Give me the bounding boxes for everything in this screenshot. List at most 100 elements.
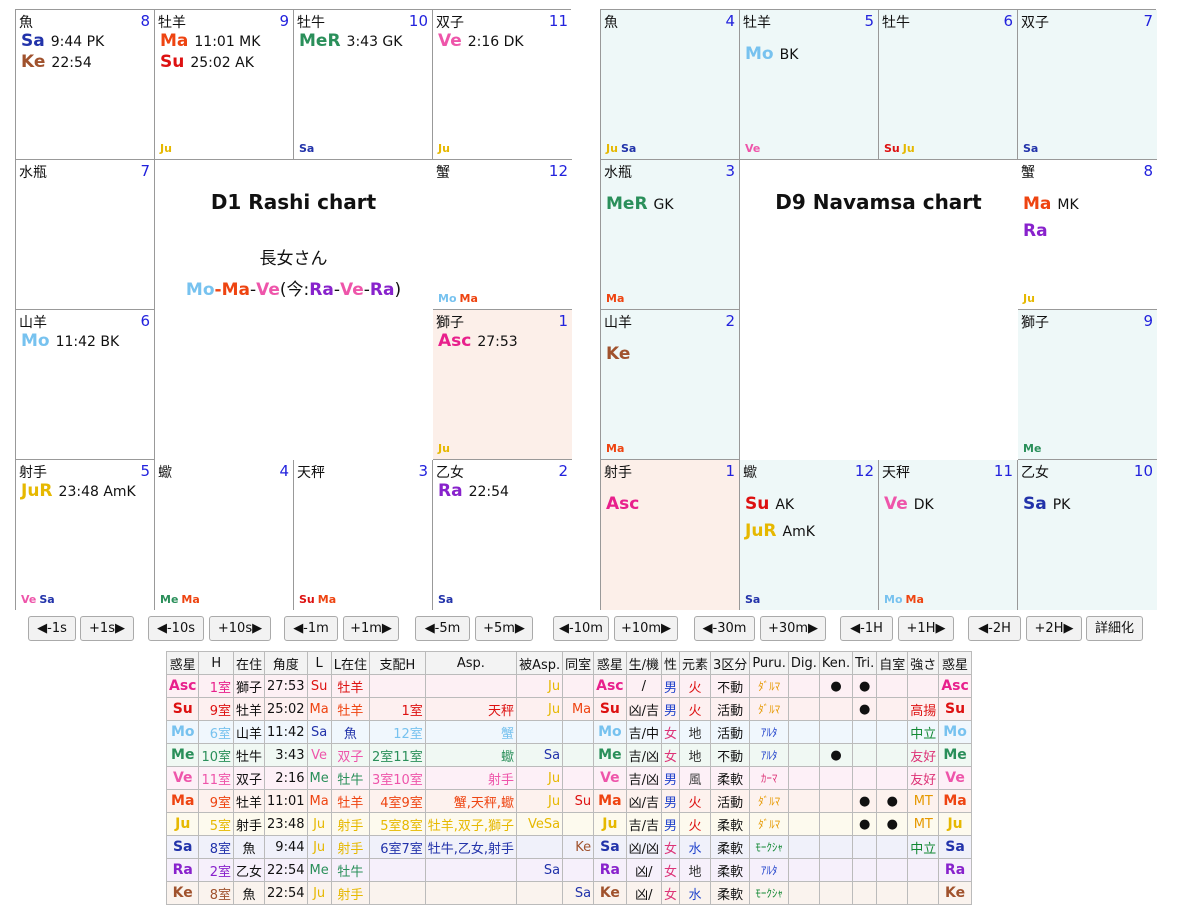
table-cell: Ma — [593, 789, 627, 813]
table-cell — [818, 697, 854, 721]
table-cell — [368, 881, 426, 905]
table-cell — [876, 835, 909, 859]
house-number: 1 — [725, 462, 735, 480]
planet-degree: 22:54 — [51, 55, 92, 71]
aspect-footer: Ju — [438, 442, 453, 455]
time-step-button[interactable]: ◀-5m — [415, 616, 470, 641]
aspect-footer: Me — [1023, 442, 1044, 455]
house-number: 2 — [558, 462, 568, 480]
aspect-footer: Mo Ma — [438, 292, 481, 305]
table-cell: 山羊 — [233, 720, 266, 744]
sign-name: 牡羊 — [743, 15, 771, 31]
column-header: 被Asp. — [516, 651, 564, 675]
planet-entry: Mo 11:42 BK — [21, 331, 119, 352]
time-step-button[interactable]: ◀-10m — [553, 616, 609, 641]
sign-name: 水瓶 — [604, 165, 632, 181]
sign-name: 乙女 — [436, 465, 464, 481]
table-cell: Ma — [306, 789, 332, 813]
table-cell: 水 — [679, 881, 712, 905]
planet-list: Ve DK — [884, 491, 934, 518]
table-row: Ju 5室 射手 23:48 Ju 射手 5室8室 牡羊,双子,獅子 VeSa Ju 吉/吉男火柔軟… — [165, 812, 972, 836]
house-number: 9 — [1143, 312, 1153, 330]
table-cell: 凶/吉 — [625, 697, 663, 721]
time-step-button[interactable]: ◀-1H — [840, 616, 893, 641]
table-cell: 牡羊 — [233, 697, 266, 721]
time-step-button[interactable]: +1m▶ — [343, 616, 399, 641]
planet-entry: Su AK — [745, 491, 815, 518]
time-step-button[interactable]: ◀-1s — [28, 616, 76, 641]
table-cell: Me — [938, 743, 972, 767]
time-step-button[interactable]: ◀-2H — [968, 616, 1021, 641]
aspect-planet: Ma — [459, 292, 478, 305]
time-step-button[interactable]: ◀-1m — [284, 616, 338, 641]
planet-list: Su AK JuR AmK — [745, 491, 815, 545]
table-cell: 22:54 — [264, 881, 308, 905]
table-cell: Ra — [593, 858, 627, 882]
planet-list: Ke — [606, 341, 636, 368]
d9-chart-title: D9 Navamsa chart — [775, 190, 982, 214]
table-cell: 凶/凶 — [625, 835, 663, 859]
time-step-button[interactable]: +30m▶ — [760, 616, 826, 641]
d9-house-cell: 蠍 12 Su AK JuR AmK Sa — [740, 460, 879, 610]
column-header: 強さ — [907, 651, 940, 675]
sign-name: 牡牛 — [882, 15, 910, 31]
table-cell: Ju — [306, 812, 332, 836]
table-cell — [852, 720, 878, 744]
table-cell — [424, 858, 518, 882]
time-step-button[interactable]: +5m▶ — [475, 616, 533, 641]
time-step-button[interactable]: +2H▶ — [1026, 616, 1082, 641]
dasha-part: (今: — [279, 280, 310, 300]
dasha-part: ) — [394, 280, 402, 300]
time-step-button[interactable]: +1H▶ — [898, 616, 954, 641]
table-cell: ﾀﾞﾙﾏ — [749, 697, 789, 721]
d9-center-panel: D9 Navamsa chart — [740, 160, 1017, 460]
table-cell: 吉/凶 — [625, 743, 663, 767]
d9-house-cell: 山羊 2 Ke Ma — [601, 310, 740, 460]
column-header: 在住 — [233, 651, 266, 675]
planet-list: MeR 3:43 GK — [299, 31, 402, 52]
table-cell: MT — [907, 789, 940, 813]
table-cell: 22:54 — [264, 858, 308, 882]
table-cell — [562, 720, 595, 744]
table-cell: 乙女 — [233, 858, 266, 882]
table-row: Su 9室 牡羊 25:02 Ma 牡羊 1室 天秤 Ju Ma Su 凶/吉男火活動 ﾀﾞﾙﾏ ● 高揚 S… — [165, 697, 972, 721]
table-cell: 獅子 — [233, 674, 266, 698]
table-cell: 23:48 — [264, 812, 308, 836]
time-step-button[interactable]: 詳細化 — [1086, 616, 1143, 641]
dasha-part: Ra — [309, 280, 334, 300]
time-step-button[interactable]: ◀-30m — [694, 616, 755, 641]
table-cell: 11:01 — [264, 789, 308, 813]
d1-house-cell: 乙女 2 Ra 22:54 Sa — [433, 460, 572, 610]
table-cell: Ke — [562, 835, 595, 859]
table-cell: 牡羊,双子,獅子 — [424, 812, 518, 836]
table-cell: ● — [852, 789, 878, 813]
d9-house-cell: 射手 1 Asc — [601, 460, 740, 610]
table-cell: 火 — [679, 674, 712, 698]
table-cell: Sa — [306, 720, 332, 744]
table-cell: Me — [306, 858, 332, 882]
planet-list: Ve 2:16 DK — [438, 31, 524, 52]
table-cell: 男 — [660, 697, 681, 721]
table-cell: 地 — [679, 720, 712, 744]
house-number: 5 — [864, 12, 874, 30]
table-cell: 蠍 — [424, 743, 518, 767]
time-step-button[interactable]: +1s▶ — [80, 616, 134, 641]
time-step-button[interactable]: +10s▶ — [209, 616, 271, 641]
planet-entry: Ra 22:54 — [438, 481, 509, 502]
dasha-part: Ma — [221, 280, 250, 300]
aspect-planet: Ju — [902, 142, 915, 155]
aspect-planet: Me — [160, 593, 179, 606]
table-cell: Sa — [593, 835, 627, 859]
dasha-part: Mo — [185, 280, 215, 300]
time-step-button[interactable]: +10m▶ — [614, 616, 678, 641]
dasha-part: Ve — [339, 280, 364, 300]
house-number: 7 — [140, 162, 150, 180]
table-cell: 蟹,天秤,蠍 — [424, 789, 518, 813]
table-cell: 活動 — [710, 789, 751, 813]
time-step-button[interactable]: ◀-10s — [148, 616, 204, 641]
planet-entry: Asc — [606, 491, 645, 518]
table-cell: 吉/中 — [625, 720, 663, 744]
planet-degree: AmK — [782, 524, 815, 540]
table-cell: 2室11室 — [368, 743, 426, 767]
column-header: 角度 — [264, 651, 308, 675]
